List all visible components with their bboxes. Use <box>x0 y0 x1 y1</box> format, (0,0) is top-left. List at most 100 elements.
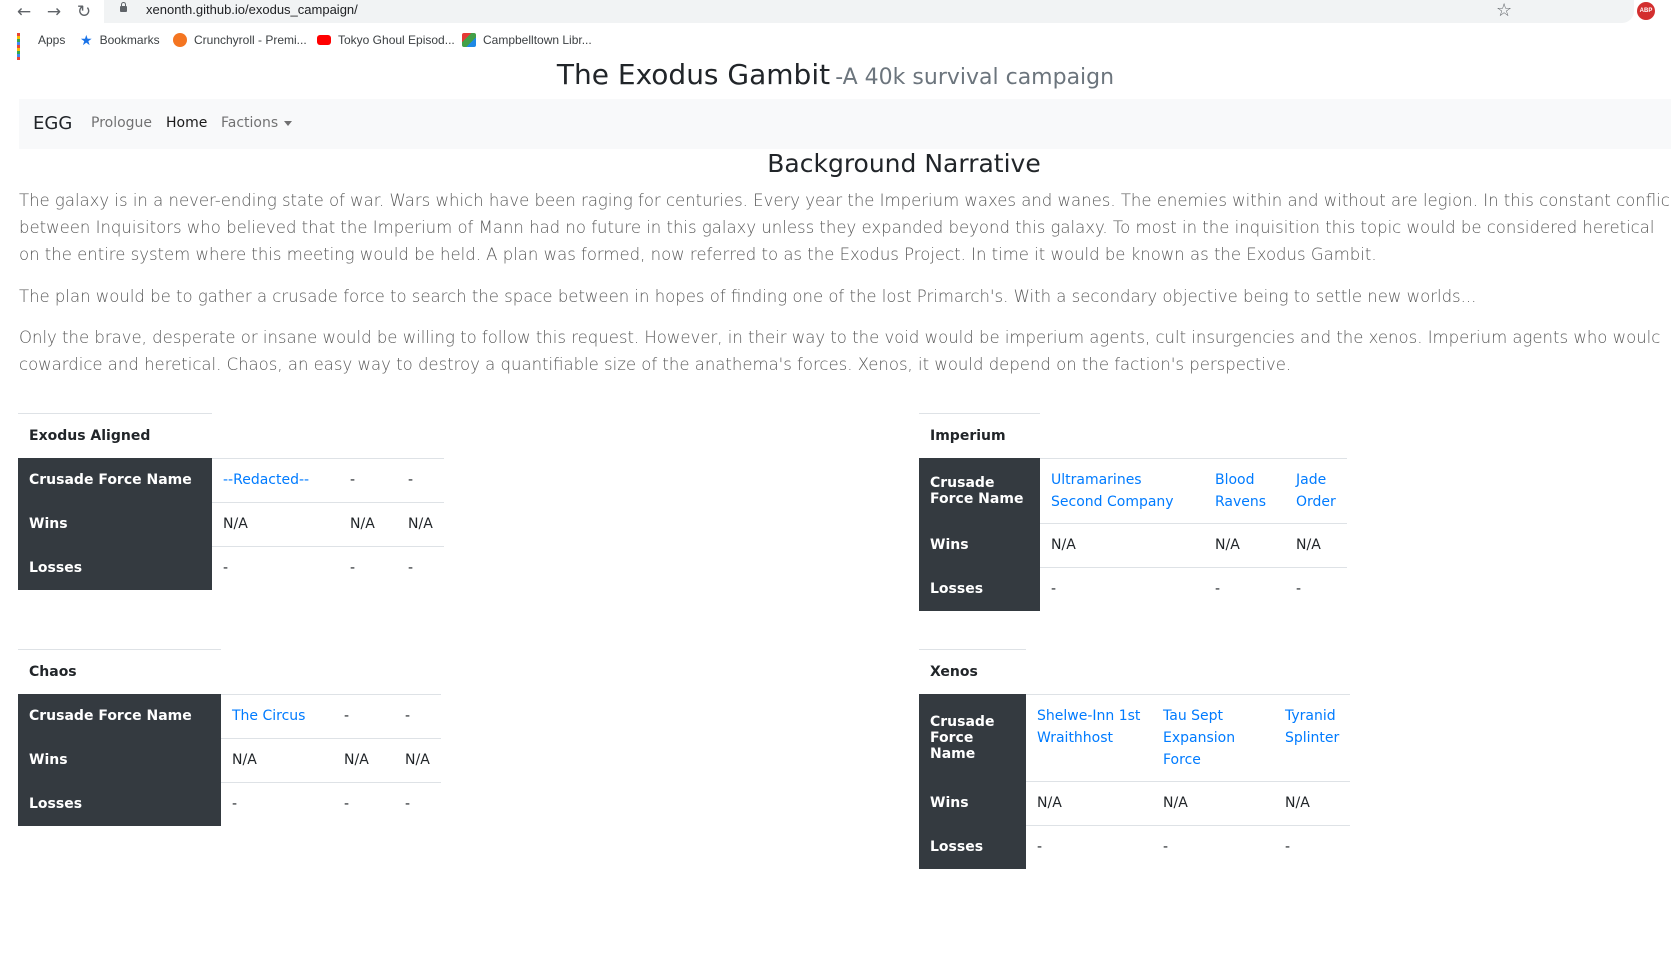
narrative-line: between Inquisitors who believed that th… <box>19 218 1655 237</box>
row-header-text: Crusade <box>930 713 995 730</box>
faction-table-chaos: Chaos Crusade Force Name The Circus - - … <box>18 649 441 826</box>
faction-caption: Xenos <box>919 649 1026 694</box>
bookmark-label: Crunchyroll - Premi... <box>194 33 307 47</box>
narrative-paragraph-1: The galaxy is in a never-ending state of… <box>19 187 1671 268</box>
row-header-wins: Wins <box>919 523 1040 567</box>
narrative-heading: Background Narrative <box>767 149 1041 178</box>
narrative-line: Only the brave, desperate or insane woul… <box>19 328 1661 347</box>
adblock-extension-icon[interactable]: ABP <box>1637 2 1655 20</box>
navbar: EGG Prologue Home Factions <box>19 99 1671 149</box>
force-link[interactable]: Tau Sept Expansion Force <box>1152 693 1274 781</box>
bookmark-tokyo-ghoul[interactable]: Tokyo Ghoul Episod... <box>317 32 455 48</box>
row-header-wins: Wins <box>18 502 212 546</box>
row-header-losses: Losses <box>919 825 1026 869</box>
narrative-line: The galaxy is in a never-ending state of… <box>19 191 1670 210</box>
faction-table-imperium: Imperium Crusade Force Name Ultramarines… <box>919 413 1347 611</box>
wins-cell: N/A <box>212 501 339 546</box>
force-link[interactable]: Ultramarines Second Company <box>1040 457 1204 523</box>
nav-link-prologue[interactable]: Prologue <box>91 115 152 131</box>
bookmark-bookmarks[interactable]: ★ Bookmarks <box>80 32 160 48</box>
forward-arrow-icon[interactable]: → <box>44 2 64 22</box>
force-cell: - <box>394 693 441 738</box>
page-subtitle: -A 40k survival campaign <box>835 65 1115 90</box>
losses-cell: - <box>1285 566 1347 611</box>
losses-cell: - <box>1274 824 1351 869</box>
crunchyroll-icon <box>173 33 187 47</box>
row-header-force-name: Crusade Force Name <box>18 458 212 502</box>
bookmarks-bar: Apps ★ Bookmarks Crunchyroll - Premi... … <box>0 28 1671 60</box>
faction-caption: Exodus Aligned <box>18 413 212 458</box>
url-text[interactable]: xenonth.github.io/exodus_campaign/ <box>146 2 358 17</box>
wins-cell: N/A <box>394 737 441 782</box>
faction-caption: Chaos <box>18 649 221 694</box>
browser-toolbar: ← → ↻ xenonth.github.io/exodus_campaign/… <box>0 0 1671 24</box>
back-arrow-icon[interactable]: ← <box>14 2 34 22</box>
wins-cell: N/A <box>221 737 333 782</box>
navbar-brand[interactable]: EGG <box>33 113 72 134</box>
force-link[interactable]: Jade Order <box>1285 457 1347 523</box>
bookmark-label: Bookmarks <box>99 33 160 47</box>
wins-cell: N/A <box>1285 522 1347 567</box>
bookmark-label: Campbelltown Libr... <box>483 33 592 47</box>
force-cell: - <box>333 693 394 738</box>
wins-cell: N/A <box>333 737 394 782</box>
row-header-text: Force Name <box>930 729 976 762</box>
star-icon: ★ <box>80 31 93 48</box>
narrative-line: The plan would be to gather a crusade fo… <box>19 287 1477 306</box>
row-header-wins: Wins <box>919 781 1026 825</box>
force-link[interactable]: Tyranid Splinter <box>1274 693 1351 781</box>
narrative-paragraph-2: The plan would be to gather a crusade fo… <box>19 283 1671 310</box>
wins-cell: N/A <box>397 501 444 546</box>
force-link[interactable]: Blood Ravens <box>1204 457 1285 523</box>
losses-cell: - <box>394 781 441 826</box>
force-link[interactable]: Shelwe-Inn 1st Wraithhost <box>1026 693 1152 781</box>
losses-cell: - <box>1040 566 1204 611</box>
bookmark-label: Tokyo Ghoul Episod... <box>338 33 455 47</box>
row-header-wins: Wins <box>18 738 221 782</box>
wins-cell: N/A <box>1040 522 1204 567</box>
library-icon <box>462 33 476 47</box>
wins-cell: N/A <box>1026 780 1152 825</box>
reload-icon[interactable]: ↻ <box>74 2 94 22</box>
losses-cell: - <box>1204 566 1285 611</box>
bookmark-campbelltown[interactable]: Campbelltown Libr... <box>462 32 592 48</box>
wins-cell: N/A <box>339 501 397 546</box>
wins-cell: N/A <box>1274 780 1351 825</box>
bookmark-star-icon[interactable]: ☆ <box>1496 0 1512 21</box>
losses-cell: - <box>1152 824 1274 869</box>
narrative-line: on the entire system where this meeting … <box>19 245 1377 264</box>
nav-link-home[interactable]: Home <box>166 115 207 131</box>
nav-dropdown-factions[interactable]: Factions <box>221 115 293 131</box>
row-header-force-name: Crusade Force Name <box>18 694 221 738</box>
row-header-losses: Losses <box>18 782 221 826</box>
page-title: The Exodus Gambit <box>556 58 831 91</box>
nav-dropdown-label: Factions <box>221 115 279 131</box>
losses-cell: - <box>1026 824 1152 869</box>
bookmark-crunchyroll[interactable]: Crunchyroll - Premi... <box>173 32 307 48</box>
lock-icon <box>120 2 127 12</box>
address-bar[interactable]: xenonth.github.io/exodus_campaign/ <box>104 0 1634 23</box>
bookmark-apps[interactable]: Apps <box>17 32 66 60</box>
row-header-losses: Losses <box>919 567 1040 611</box>
force-cell: - <box>397 457 444 502</box>
row-header-text: Force Name <box>930 490 1024 507</box>
losses-cell: - <box>397 545 444 590</box>
caret-down-icon <box>284 120 293 126</box>
losses-cell: - <box>339 545 397 590</box>
narrative-paragraph-3: Only the brave, desperate or insane woul… <box>19 324 1671 378</box>
row-header-force-name: Crusade Force Name <box>919 694 1026 781</box>
faction-table-xenos: Xenos Crusade Force Name Shelwe-Inn 1st … <box>919 649 1351 869</box>
site-title: The Exodus Gambit -A 40k survival campai… <box>0 58 1671 91</box>
bookmark-label: Apps <box>38 33 66 47</box>
losses-cell: - <box>212 545 339 590</box>
faction-caption: Imperium <box>919 413 1040 458</box>
wins-cell: N/A <box>1204 522 1285 567</box>
row-header-text: Crusade <box>930 474 995 491</box>
force-link[interactable]: The Circus <box>221 693 333 738</box>
losses-cell: - <box>333 781 394 826</box>
faction-table-exodus: Exodus Aligned Crusade Force Name --Reda… <box>18 413 444 590</box>
force-link[interactable]: --Redacted-- <box>212 457 339 502</box>
row-header-force-name: Crusade Force Name <box>919 458 1040 523</box>
narrative-line: cowardice and heretical. Chaos, an easy … <box>19 355 1292 374</box>
force-cell: - <box>339 457 397 502</box>
